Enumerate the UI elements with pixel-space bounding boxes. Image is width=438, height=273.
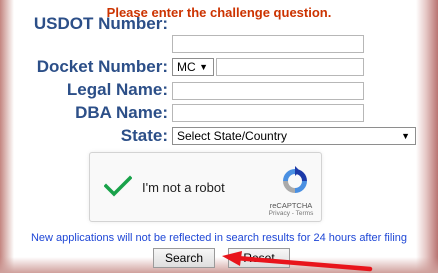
dba-name-label: DBA Name: <box>75 103 168 122</box>
state-selected-value: Select State/Country <box>177 129 288 143</box>
usdot-number-input[interactable] <box>172 35 364 53</box>
recaptcha-label: I'm not a robot <box>142 180 225 195</box>
legal-name-input[interactable] <box>172 82 364 100</box>
dropdown-arrow-icon: ▼ <box>199 62 208 72</box>
search-notice: New applications will not be reflected i… <box>30 232 408 244</box>
docket-label: Docket Number: <box>36 57 168 76</box>
docket-number-input[interactable] <box>216 58 364 76</box>
checkmark-icon <box>103 175 133 197</box>
docket-prefix-value: MC <box>177 60 196 74</box>
recaptcha-brand: reCAPTCHA <box>269 201 313 210</box>
dropdown-arrow-icon: ▼ <box>401 131 410 141</box>
recaptcha-widget: I'm not a robot reCAPTCHA Privacy - Term… <box>89 152 322 222</box>
recaptcha-logo-icon <box>280 166 310 201</box>
docket-prefix-select[interactable]: MC ▼ <box>172 58 214 76</box>
dba-name-input[interactable] <box>172 104 364 122</box>
search-button[interactable]: Search <box>153 248 215 268</box>
state-select[interactable]: Select State/Country ▼ <box>172 127 416 145</box>
usdot-label: USDOT Number: <box>33 14 168 33</box>
legal-name-label: Legal Name: <box>66 80 168 99</box>
state-label: State: <box>120 126 168 145</box>
recaptcha-checkbox[interactable] <box>103 175 133 202</box>
recaptcha-terms-link[interactable]: Privacy - Terms <box>264 210 318 217</box>
annotation-arrow-icon <box>222 251 373 272</box>
